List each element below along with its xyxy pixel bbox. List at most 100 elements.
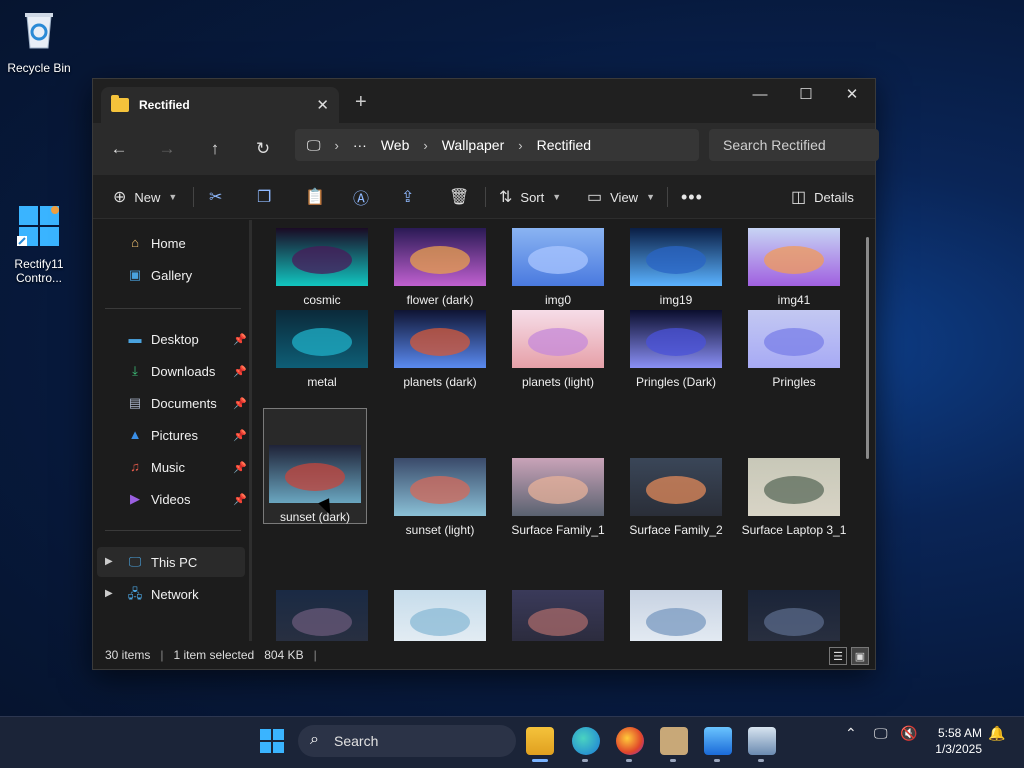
search-input[interactable]: Search Rectified [709,129,879,161]
file-thumbnail[interactable]: Surface Laptop Platinum_1 [617,590,735,642]
sidebar-item-pictures[interactable]: ▲ Pictures 📌 [127,424,247,446]
file-thumbnail[interactable]: sunset (light) [381,458,499,538]
file-thumbnail[interactable]: Surface Laptop Platinum_2 [735,590,853,642]
chevron-right-icon[interactable]: ▶ [105,588,113,599]
active-indicator [532,759,548,762]
file-thumbnail[interactable]: Surface Laptop 3_2 [263,590,381,642]
clock[interactable]: 5:58 AM 1/3/2025 [935,725,982,757]
new-tab-button[interactable]: + [355,91,367,114]
sidebar-item-gallery[interactable]: ▣ Gallery [127,264,247,286]
file-thumbnail[interactable]: Surface Laptop 3_1 [735,458,853,538]
file-thumbnail[interactable]: img41 [735,228,853,308]
sort-button[interactable]: ⇅ Sort ▼ [499,185,561,209]
close-tab-icon[interactable]: ✕ [316,96,329,114]
chevron-right-icon[interactable]: ▶ [105,556,113,567]
copy-icon: ❐ [257,189,272,206]
maximize-button[interactable]: ☐ [783,79,829,109]
notifications-icon[interactable]: 🔔 [988,725,1005,742]
recycle-bin-shortcut[interactable]: Recycle Bin [2,8,76,75]
pane-splitter[interactable] [249,220,252,642]
file-thumbnail[interactable]: metal [263,310,381,390]
file-thumbnail[interactable]: Surface Laptop Blue_1 [381,590,499,642]
plus-circle-icon: ⊕ [113,189,127,206]
paste-button[interactable]: 📋 [305,185,325,209]
breadcrumb[interactable]: 🖵 › ··· Web › Wallpaper › Rectified [295,129,699,161]
setup-app-icon[interactable] [748,727,776,755]
sidebar-item-downloads[interactable]: ⤓ Downloads 📌 [127,360,247,382]
file-thumbnail[interactable]: planets (light) [499,310,617,390]
file-thumbnail[interactable]: img0 [499,228,617,308]
wallpaper-preview-image [269,445,361,503]
view-icon: ▭ [587,189,603,206]
view-button[interactable]: ▭ View ▼ [587,185,655,209]
tab-rectified[interactable]: Rectified ✕ [101,87,339,123]
edge-icon[interactable] [572,727,600,755]
forward-button[interactable]: → [155,137,179,161]
file-thumbnail[interactable]: flower (dark) [381,228,499,308]
package-icon[interactable] [660,727,688,755]
sidebar-item-documents[interactable]: ▤ Documents 📌 [127,392,247,414]
network-status-icon[interactable]: 🖵 [874,725,888,742]
cut-button[interactable]: ✂ [209,185,222,209]
more-options-button[interactable]: ••• [681,185,703,209]
firefox-icon[interactable] [616,727,644,755]
wallpaper-preview-image [394,228,486,286]
file-explorer-taskbar-icon[interactable] [526,727,554,755]
sidebar-item-desktop[interactable]: ▬ Desktop 📌 [127,328,248,350]
file-thumbnail[interactable]: sunset (dark) [263,408,367,524]
sidebar-item-network[interactable]: 🖧 Network [127,583,247,605]
new-button[interactable]: ⊕ New ▼ [113,185,177,209]
pin-icon[interactable]: 📌 [233,493,247,506]
chevron-right-icon: › [334,137,339,153]
sidebar-item-this-pc[interactable]: 🖵 This PC [127,551,247,573]
details-button[interactable]: ◫ Details [791,185,854,209]
file-thumbnail[interactable]: Surface Family_1 [499,458,617,538]
crumb-web[interactable]: Web [381,137,410,153]
sidebar-item-label: Gallery [151,267,193,283]
file-thumbnail[interactable]: img19 [617,228,735,308]
sidebar-item-videos[interactable]: ▶ Videos 📌 [127,488,247,510]
crumb-rectified[interactable]: Rectified [537,137,591,153]
pin-icon[interactable]: 📌 [233,365,247,378]
file-thumbnail[interactable]: Pringles [735,310,853,390]
crumb-wallpaper[interactable]: Wallpaper [442,137,505,153]
back-button[interactable]: ← [107,137,131,161]
pin-icon[interactable]: 📌 [233,461,247,474]
refresh-button[interactable]: ↻ [251,137,275,161]
file-thumbnail[interactable]: Surface Laptop Blue_2 [499,590,617,642]
file-name: Surface Family_1 [511,523,605,537]
sidebar-item-home[interactable]: ⌂ Home [127,232,247,254]
computer-icon[interactable]: 🖵 [307,137,321,154]
more-crumbs-button[interactable]: ··· [353,137,367,153]
file-thumbnail[interactable]: Surface Family_2 [617,458,735,538]
file-name: sunset (light) [405,523,475,537]
start-button[interactable] [260,729,284,753]
details-view-button[interactable]: ☰ [829,647,847,665]
chevron-up-icon[interactable]: ⌃ [845,725,857,742]
running-indicator [582,759,588,762]
rectify-shortcut[interactable]: Rectify11 Contro... [2,204,76,285]
volume-muted-icon[interactable]: 🔇 [900,725,917,742]
picture-icon: ▲ [128,427,142,442]
pin-icon[interactable]: 📌 [233,397,247,410]
close-window-button[interactable]: ✕ [829,79,875,109]
wallpaper-preview-image [276,228,368,286]
delete-button[interactable]: 🗑 [449,185,469,209]
file-thumbnail[interactable]: cosmic [263,228,381,308]
file-thumbnail[interactable]: Pringles (Dark) [617,310,735,390]
copy-button[interactable]: ❐ [257,185,271,209]
pc-icon: 🖵 [128,554,142,569]
share-button[interactable]: ⇪ [401,185,414,209]
vertical-scrollbar[interactable] [866,237,869,459]
rename-button[interactable]: Ⓐ [353,185,369,209]
up-button[interactable]: ↑ [203,137,227,161]
sidebar-item-music[interactable]: ♫ Music 📌 [127,456,247,478]
minimize-button[interactable]: — [737,79,783,109]
taskbar-search[interactable]: ⌕ Search [298,725,516,757]
thumbnail-view-button[interactable]: ▣ [851,647,869,665]
pin-icon[interactable]: 📌 [233,333,247,346]
monitor-app-icon[interactable] [704,727,732,755]
wallpaper-preview-image [630,590,722,642]
file-thumbnail[interactable]: planets (dark) [381,310,499,390]
pin-icon[interactable]: 📌 [233,429,247,442]
